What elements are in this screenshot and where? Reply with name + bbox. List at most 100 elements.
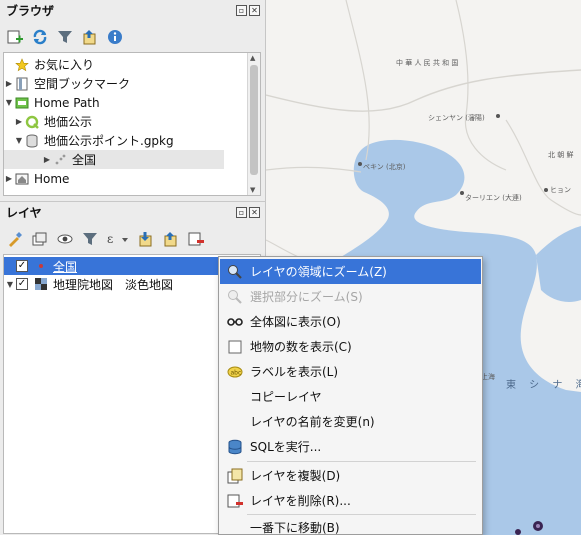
close-icon[interactable]: ✕ — [249, 207, 260, 218]
menu-item-label: ラベルを表示(L) — [250, 365, 339, 379]
expand-arrow-icon[interactable]: ▶ — [14, 117, 24, 126]
browser-toolbar — [0, 22, 265, 52]
overview-icon — [227, 314, 243, 330]
tree-item-home-path[interactable]: ▼ Home Path — [4, 93, 246, 112]
svg-text:ε: ε — [107, 232, 113, 246]
menu-item-label: レイヤを複製(D) — [250, 469, 341, 483]
menu-spacer — [227, 520, 243, 535]
collapse-icon[interactable] — [81, 28, 99, 46]
remove-layer-icon[interactable] — [187, 230, 205, 248]
folder-icon — [14, 95, 30, 111]
menu-item-label: レイヤを削除(R)... — [250, 494, 351, 508]
bookmark-icon — [14, 76, 30, 92]
menu-item-remove-layer[interactable]: レイヤを削除(R)... — [220, 488, 481, 513]
menu-item-show-labels[interactable]: abc ラベルを表示(L) — [220, 359, 481, 384]
menu-item-label: 地物の数を表示(C) — [250, 340, 352, 354]
expand-icon[interactable] — [137, 230, 155, 248]
layer-label: 全国 — [53, 259, 78, 274]
info-icon[interactable] — [106, 28, 124, 46]
undock-icon[interactable]: ▫ — [236, 5, 247, 16]
browser-panel: ブラウザ ▫ ✕ お気に入り ▶ 空間ブックマーク ▼ Home Path ▶ … — [0, 0, 266, 201]
layers-title-text: レイヤ — [6, 206, 42, 220]
filter-icon[interactable] — [56, 28, 74, 46]
collapse-arrow-icon[interactable]: ▼ — [4, 280, 16, 289]
add-layer-icon[interactable] — [6, 28, 24, 46]
close-icon[interactable]: ✕ — [249, 5, 260, 16]
menu-item-label: レイヤの名前を変更(n) — [250, 415, 375, 429]
tree-item-label: 空間ブックマーク — [34, 77, 131, 91]
map-label-china: 中 華 人 民 共 和 国 — [396, 59, 459, 67]
menu-item-zoom-to-selection[interactable]: 選択部分にズーム(S) — [220, 284, 481, 309]
raster-layer-icon — [33, 276, 49, 292]
tree-item-chika-koji[interactable]: ▶ 地価公示 — [4, 112, 246, 131]
tree-item-label: 全国 — [72, 153, 97, 167]
menu-item-label: 全体図に表示(O) — [250, 315, 341, 329]
layers-panel-title: レイヤ ▫ ✕ — [0, 202, 265, 224]
map-label-pyongyang: ヒョン — [550, 186, 571, 194]
tree-item-label: Home Path — [34, 95, 100, 110]
menu-item-duplicate-layer[interactable]: レイヤを複製(D) — [220, 463, 481, 488]
layer-visibility-checkbox[interactable]: ✓ — [16, 278, 28, 290]
qgis-project-icon — [24, 114, 40, 130]
filter-icon[interactable] — [81, 230, 99, 248]
tree-item-label: Home — [34, 171, 70, 186]
database-icon — [24, 133, 40, 149]
visibility-icon[interactable] — [56, 230, 74, 248]
style-icon[interactable] — [6, 230, 24, 248]
collapse-arrow-icon[interactable]: ▼ — [4, 98, 14, 107]
undock-icon[interactable]: ▫ — [236, 207, 247, 218]
menu-item-copy-layer[interactable]: コピーレイヤ — [220, 384, 481, 409]
menu-spacer — [227, 414, 243, 430]
tree-item-label: 地価公示ポイント.gpkg — [44, 134, 174, 148]
map-label-beijing: ペキン (北京) — [363, 163, 406, 171]
zoom-layer-icon — [227, 264, 243, 280]
tree-item-home[interactable]: ▶ Home — [4, 169, 246, 188]
map-label-east-china-sea: 東 シ ナ 海 — [506, 380, 581, 391]
scrollbar-thumb[interactable] — [250, 65, 258, 175]
expression-filter-icon[interactable]: ε — [106, 230, 130, 248]
menu-item-label: SQLを実行... — [250, 440, 322, 454]
map-label-dalian: ターリエン (大連) — [465, 194, 522, 202]
duplicate-icon — [227, 468, 243, 484]
tree-item-spatial-bookmarks[interactable]: ▶ 空間ブックマーク — [4, 74, 246, 93]
collapse-arrow-icon[interactable]: ▼ — [14, 136, 24, 145]
menu-item-execute-sql[interactable]: SQLを実行... — [220, 434, 481, 459]
zoom-selection-icon — [227, 289, 243, 305]
collapse-icon[interactable] — [162, 230, 180, 248]
menu-item-rename-layer[interactable]: レイヤの名前を変更(n) — [220, 409, 481, 434]
point-layer-icon — [52, 152, 68, 168]
tree-item-geopackage[interactable]: ▼ 地価公示ポイント.gpkg — [4, 131, 246, 150]
checkbox-icon — [227, 339, 243, 355]
map-label-shanghai: 上海 — [481, 373, 495, 381]
point-symbol-icon — [33, 258, 49, 274]
scroll-down-icon[interactable]: ▼ — [250, 186, 255, 194]
tree-item-favorites[interactable]: お気に入り — [4, 55, 246, 74]
menu-item-show-in-overview[interactable]: 全体図に表示(O) — [220, 309, 481, 334]
browser-title-text: ブラウザ — [6, 4, 55, 18]
tree-item-label: 地価公示 — [44, 115, 93, 129]
menu-item-label: 一番下に移動(B) — [250, 521, 340, 535]
layer-visibility-checkbox[interactable]: ✓ — [16, 260, 28, 272]
layer-label: 地理院地図 淡色地図 — [53, 277, 174, 292]
scroll-up-icon[interactable]: ▲ — [250, 54, 255, 62]
layers-toolbar: ε — [0, 224, 265, 254]
menu-item-show-feature-count[interactable]: 地物の数を表示(C) — [220, 334, 481, 359]
browser-tree[interactable]: お気に入り ▶ 空間ブックマーク ▼ Home Path ▶ 地価公示 ▼ 地価… — [3, 52, 261, 196]
expand-arrow-icon[interactable]: ▶ — [4, 174, 14, 183]
menu-separator — [247, 461, 476, 462]
expand-arrow-icon[interactable]: ▶ — [42, 155, 52, 164]
menu-item-move-to-bottom[interactable]: 一番下に移動(B) — [220, 515, 481, 535]
tree-item-zenkoku[interactable]: ▶ 全国 — [4, 150, 224, 169]
browser-panel-title: ブラウザ ▫ ✕ — [0, 0, 265, 22]
menu-item-label: コピーレイヤ — [250, 390, 322, 404]
menu-item-label: レイヤの領域にズーム(Z) — [250, 265, 387, 279]
menu-item-zoom-to-layer[interactable]: レイヤの領域にズーム(Z) — [220, 259, 481, 284]
remove-icon — [227, 493, 243, 509]
expand-arrow-icon[interactable]: ▶ — [4, 79, 14, 88]
browser-scrollbar[interactable]: ▲ ▼ — [247, 53, 260, 195]
add-group-icon[interactable] — [31, 230, 49, 248]
star-icon — [14, 57, 30, 73]
label-icon: abc — [227, 364, 243, 380]
refresh-icon[interactable] — [31, 28, 49, 46]
layer-context-menu: レイヤの領域にズーム(Z) 選択部分にズーム(S) 全体図に表示(O) 地物の数… — [218, 256, 483, 535]
